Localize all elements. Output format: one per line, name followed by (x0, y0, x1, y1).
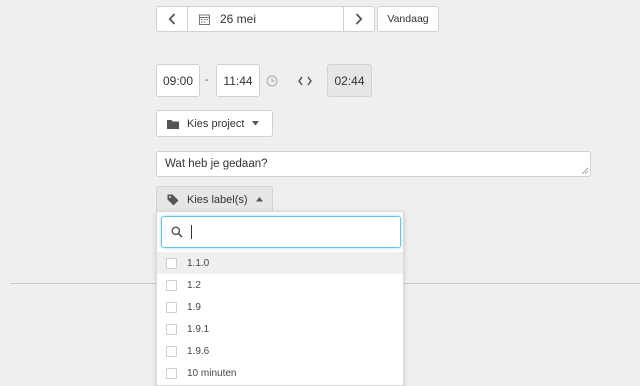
labels-dropdown: 1.1.0 1.2 1.9 1.9.1 1.9.6 10 minuten (156, 211, 404, 386)
resize-handle-icon[interactable] (582, 168, 588, 174)
label-option[interactable]: 1.1.0 (157, 252, 403, 274)
start-time-value: 09:00 (162, 73, 194, 88)
description-placeholder: Wat heb je gedaan? (165, 158, 268, 170)
time-separator: - (205, 74, 209, 86)
project-label: Kies project (187, 117, 245, 130)
label-option[interactable]: 1.2 (157, 274, 403, 296)
clock-icon[interactable] (266, 75, 278, 87)
checkbox[interactable] (166, 257, 177, 269)
tag-icon (167, 194, 179, 206)
date-label: 26 mei (220, 12, 257, 26)
label-option-text: 10 minuten (187, 367, 237, 379)
labels-select[interactable]: Kies label(s) (156, 186, 273, 213)
label-option[interactable]: 1.9 (157, 296, 403, 318)
label-search-input[interactable] (188, 223, 388, 241)
today-label: Vandaag (387, 13, 429, 25)
label-option[interactable]: 1.9.1 (157, 318, 403, 340)
end-time-input[interactable]: 11:44 (216, 64, 260, 97)
date-picker[interactable]: 26 mei (187, 6, 344, 32)
code-brackets-icon[interactable] (298, 76, 312, 86)
checkbox[interactable] (166, 279, 177, 291)
label-option-text: 1.9.1 (187, 323, 210, 335)
label-option-text: 1.9 (187, 301, 201, 313)
label-option[interactable]: 1.9.6 (157, 340, 403, 362)
project-select[interactable]: Kies project (156, 110, 273, 137)
checkbox[interactable] (166, 367, 177, 379)
caret-down-icon (252, 121, 260, 126)
search-icon (171, 226, 183, 238)
folder-icon (167, 119, 179, 129)
calendar-icon (199, 14, 210, 25)
end-time-value: 11:44 (223, 73, 253, 88)
labels-label: Kies label(s) (187, 193, 248, 206)
label-option-text: 1.9.6 (187, 345, 210, 357)
text-cursor (191, 225, 192, 239)
caret-up-icon (255, 197, 263, 202)
today-button[interactable]: Vandaag (377, 6, 439, 32)
checkbox[interactable] (166, 301, 177, 313)
description-field[interactable]: Wat heb je gedaan? (156, 151, 591, 177)
label-option[interactable]: 10 minuten (157, 362, 403, 384)
label-option-text: 1.1.0 (187, 257, 210, 269)
prev-day-button[interactable] (156, 6, 188, 32)
chevron-left-icon (168, 13, 176, 25)
label-search-field[interactable] (161, 216, 401, 248)
duration-value: 02:44 (334, 73, 365, 88)
start-time-input[interactable]: 09:00 (156, 64, 200, 97)
checkbox[interactable] (166, 323, 177, 335)
checkbox[interactable] (166, 345, 177, 357)
chevron-right-icon (355, 13, 363, 25)
duration-display: 02:44 (327, 64, 372, 97)
label-option-text: 1.2 (187, 279, 201, 291)
next-day-button[interactable] (343, 6, 375, 32)
